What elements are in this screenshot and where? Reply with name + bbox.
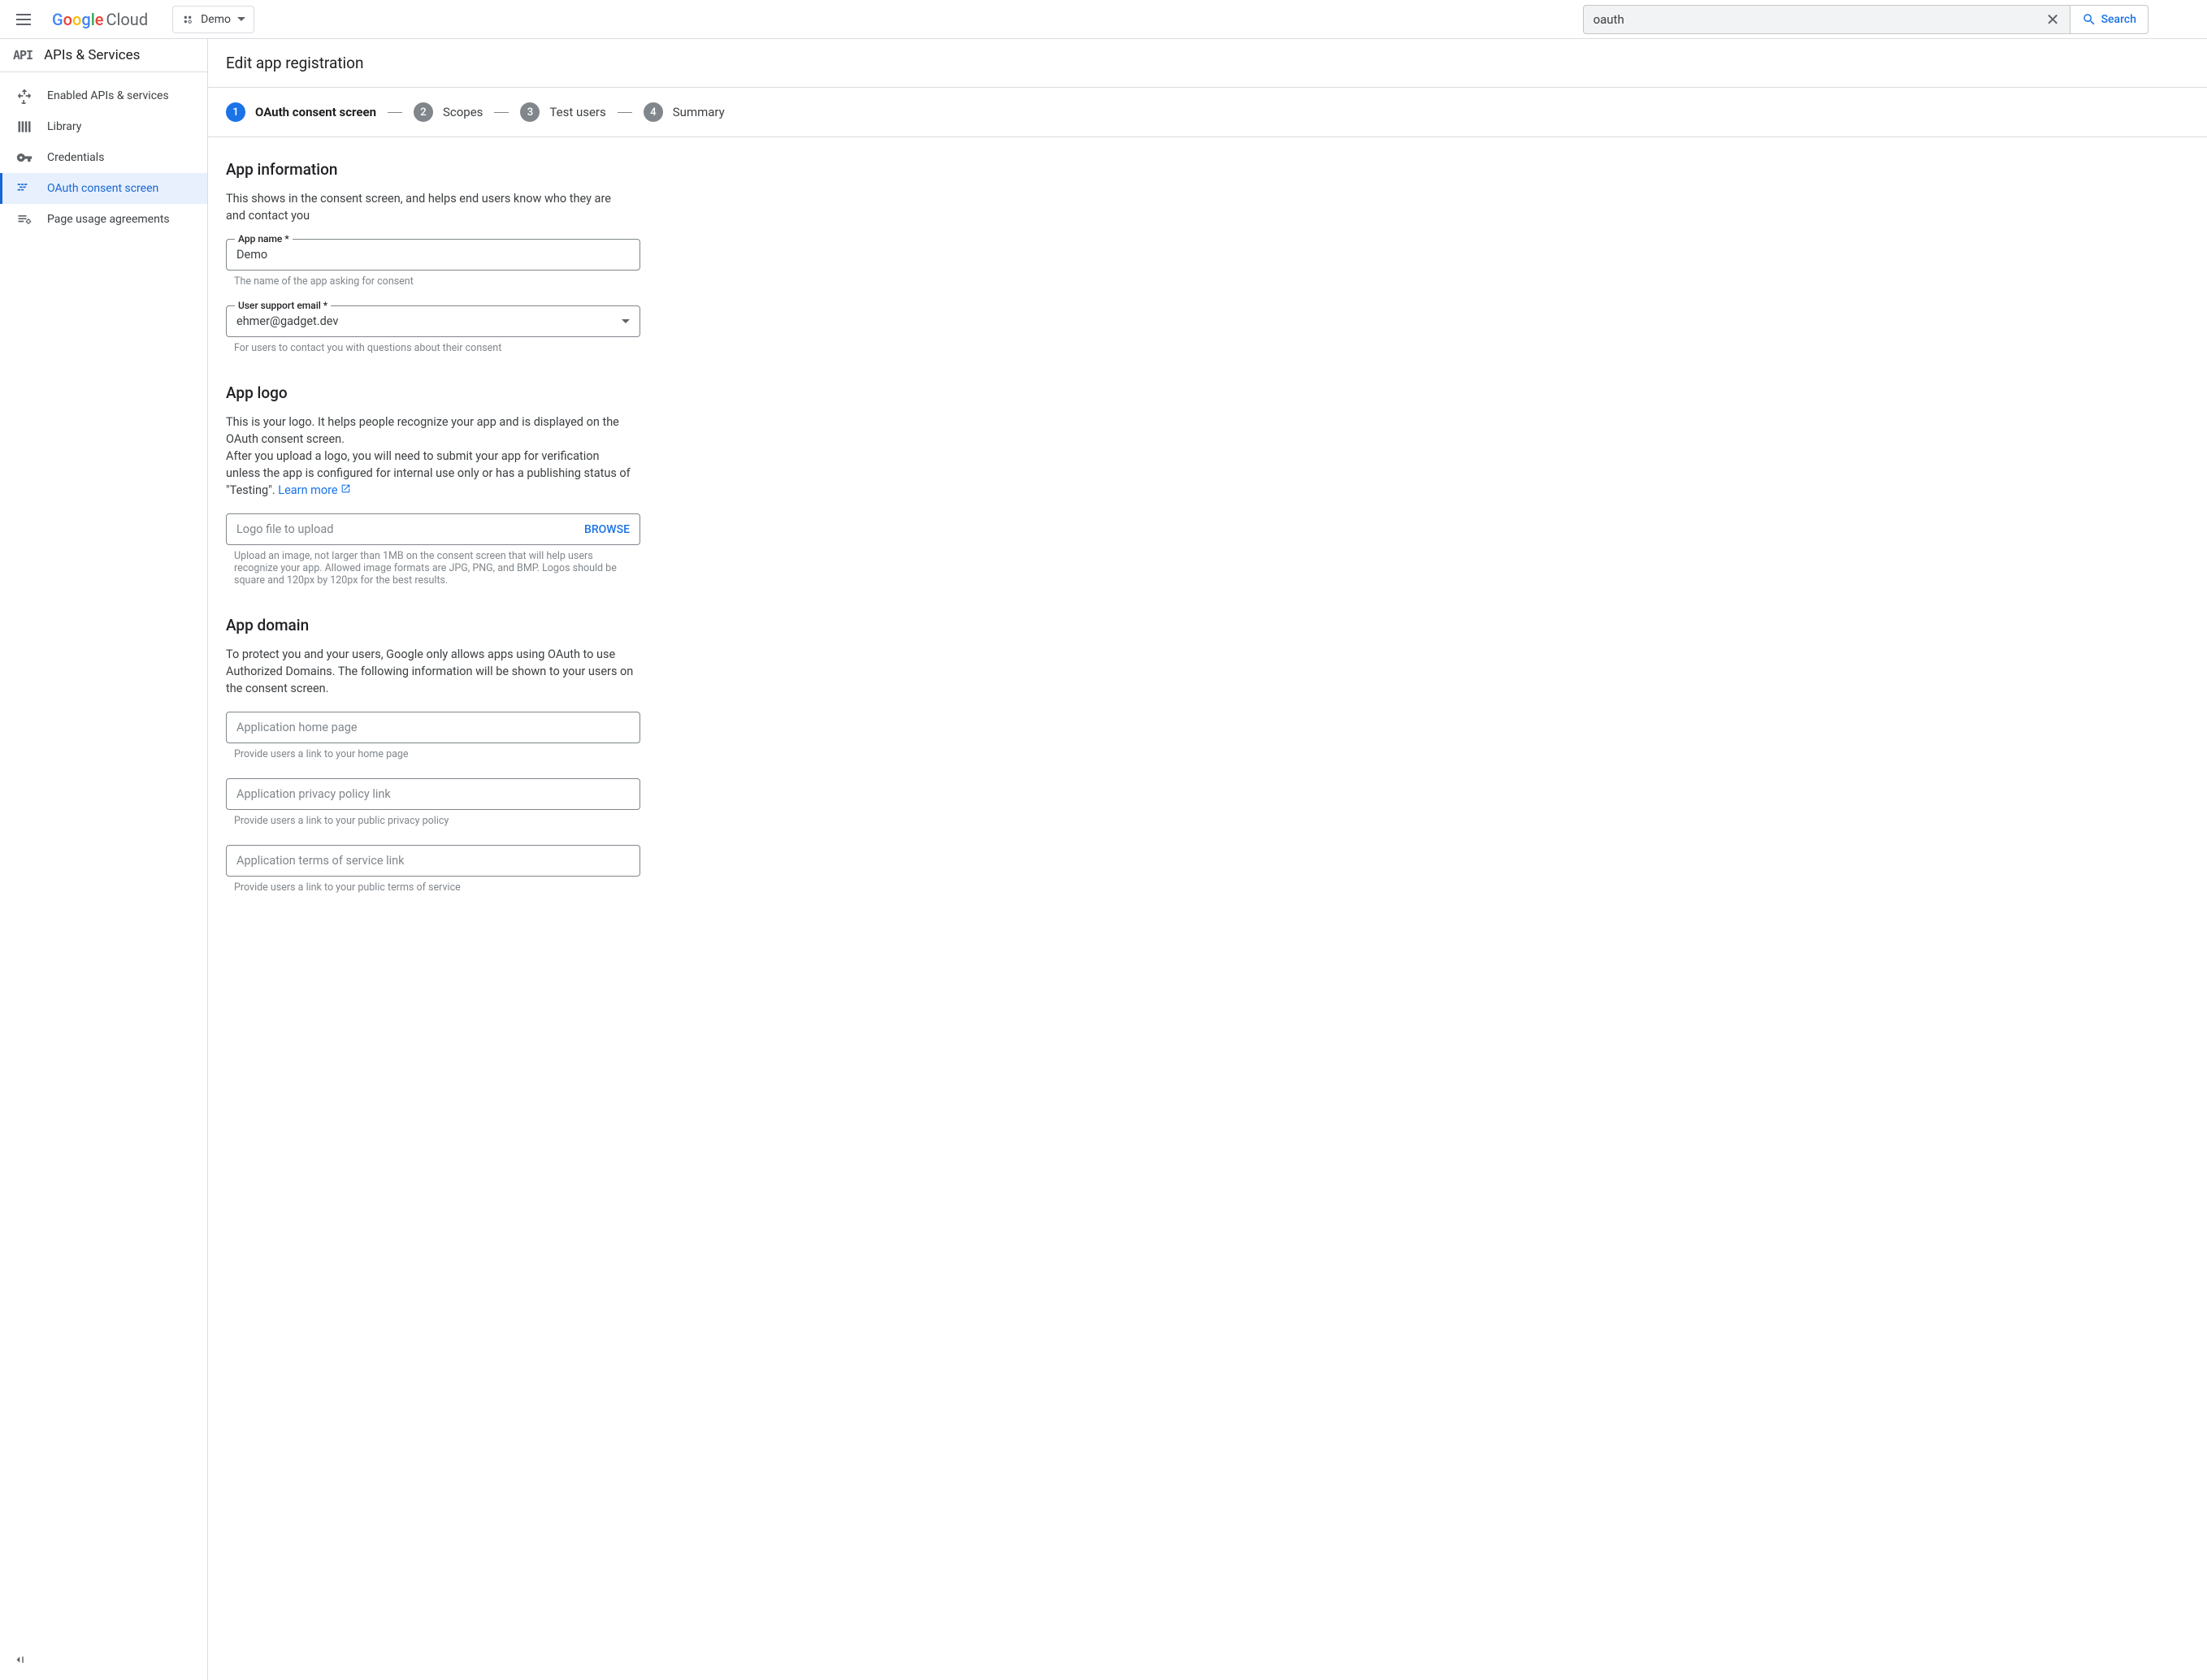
logo-desc-1: This is your logo. It helps people recog… (226, 415, 619, 446)
step-number: 4 (644, 102, 663, 122)
api-icon: API (13, 48, 33, 63)
content-header: Edit app registration (208, 39, 2207, 88)
sidebar-item-label: Credentials (47, 151, 104, 164)
field-privacy-link: Application privacy policy link Provide … (226, 778, 640, 827)
chevron-down-icon (237, 17, 245, 22)
step-number: 3 (520, 102, 540, 122)
search-container: ✕ Search (1583, 5, 2148, 34)
section-title: App domain (226, 616, 832, 634)
privacy-placeholder: Application privacy policy link (236, 787, 391, 801)
step-label: Test users (549, 105, 605, 119)
project-name: Demo (201, 13, 231, 26)
external-link-icon (340, 483, 351, 494)
topbar: Google Cloud Demo ✕ Search (0, 0, 2207, 39)
sidebar: API APIs & Services Enabled APIs & servi… (0, 39, 208, 1680)
privacy-link-input[interactable]: Application privacy policy link (226, 778, 640, 810)
section-title: App logo (226, 383, 832, 402)
sidebar-nav: Enabled APIs & services Library Credenti… (0, 72, 207, 243)
step-label: Scopes (443, 105, 483, 119)
library-icon (16, 119, 33, 135)
field-logo-upload: Logo file to upload BROWSE Upload an ima… (226, 513, 640, 587)
logo-cloud-text: Cloud (106, 10, 149, 29)
tos-placeholder: Application terms of service link (236, 854, 405, 868)
sidebar-title: APIs & Services (44, 47, 140, 63)
support-email-label: User support email * (235, 300, 331, 311)
logo-upload-help: Upload an image, not larger than 1MB on … (226, 550, 624, 587)
search-icon (2082, 12, 2096, 27)
sidebar-footer (0, 1643, 207, 1680)
sidebar-item-credentials[interactable]: Credentials (0, 142, 207, 173)
home-page-input[interactable]: Application home page (226, 712, 640, 743)
sidebar-item-library[interactable]: Library (0, 111, 207, 142)
credentials-icon (16, 149, 33, 166)
step-label: Summary (673, 105, 725, 119)
browse-button[interactable]: BROWSE (584, 523, 630, 536)
home-page-placeholder: Application home page (236, 721, 358, 734)
page-usage-icon (16, 211, 33, 227)
sidebar-item-enabled-apis[interactable]: Enabled APIs & services (0, 80, 207, 111)
privacy-help: Provide users a link to your public priv… (226, 815, 640, 827)
section-desc: This shows in the consent screen, and he… (226, 190, 632, 224)
app-name-help: The name of the app asking for consent (226, 275, 640, 288)
search-clear-icon[interactable]: ✕ (2046, 10, 2060, 29)
field-home-page: Application home page Provide users a li… (226, 712, 640, 760)
home-page-help: Provide users a link to your home page (226, 748, 640, 760)
section-app-domain: App domain To protect you and your users… (226, 616, 832, 894)
logo[interactable]: Google Cloud (52, 10, 148, 29)
search-button[interactable]: Search (2070, 5, 2148, 34)
section-desc: To protect you and your users, Google on… (226, 646, 640, 697)
step-scopes[interactable]: 2 Scopes (414, 102, 483, 122)
step-divider (618, 112, 632, 113)
section-title: App information (226, 160, 832, 179)
section-app-information: App information This shows in the consen… (226, 160, 832, 354)
learn-more-link[interactable]: Learn more (278, 483, 351, 497)
sidebar-item-page-usage[interactable]: Page usage agreements (0, 204, 207, 235)
sidebar-header[interactable]: API APIs & Services (0, 39, 207, 72)
enabled-apis-icon (16, 88, 33, 104)
menu-button[interactable] (10, 3, 42, 36)
sidebar-item-label: OAuth consent screen (47, 182, 158, 195)
field-tos-link: Application terms of service link Provid… (226, 845, 640, 894)
step-divider (388, 112, 402, 113)
step-label: OAuth consent screen (255, 105, 376, 119)
oauth-consent-icon (16, 180, 33, 197)
page-title: Edit app registration (226, 54, 2189, 72)
search-input[interactable] (1593, 12, 2046, 27)
sidebar-item-label: Enabled APIs & services (47, 89, 169, 102)
collapse-sidebar-icon[interactable] (13, 1652, 28, 1667)
section-app-logo: App logo This is your logo. It helps peo… (226, 383, 832, 587)
step-summary[interactable]: 4 Summary (644, 102, 725, 122)
support-email-help: For users to contact you with questions … (226, 342, 640, 354)
field-support-email: User support email * ehmer@gadget.dev Fo… (226, 305, 640, 354)
logo-upload-label: Logo file to upload (236, 522, 333, 536)
step-test-users[interactable]: 3 Test users (520, 102, 605, 122)
sidebar-item-label: Library (47, 120, 81, 133)
tos-help: Provide users a link to your public term… (226, 881, 640, 894)
form-area: App information This shows in the consen… (208, 137, 850, 946)
search-box: ✕ (1583, 5, 2070, 34)
search-button-label: Search (2101, 13, 2136, 26)
field-app-name: App name * The name of the app asking fo… (226, 239, 640, 288)
step-number: 2 (414, 102, 433, 122)
step-number: 1 (226, 102, 245, 122)
project-selector[interactable]: Demo (172, 6, 254, 33)
tos-link-input[interactable]: Application terms of service link (226, 845, 640, 877)
stepper: 1 OAuth consent screen 2 Scopes 3 Test u… (208, 88, 2207, 137)
app-name-label: App name * (235, 233, 293, 245)
sidebar-item-oauth-consent[interactable]: OAuth consent screen (0, 173, 207, 204)
project-icon (181, 13, 194, 26)
step-divider (494, 112, 509, 113)
step-oauth-consent[interactable]: 1 OAuth consent screen (226, 102, 376, 122)
content: Edit app registration 1 OAuth consent sc… (208, 39, 2207, 1680)
sidebar-item-label: Page usage agreements (47, 213, 170, 226)
